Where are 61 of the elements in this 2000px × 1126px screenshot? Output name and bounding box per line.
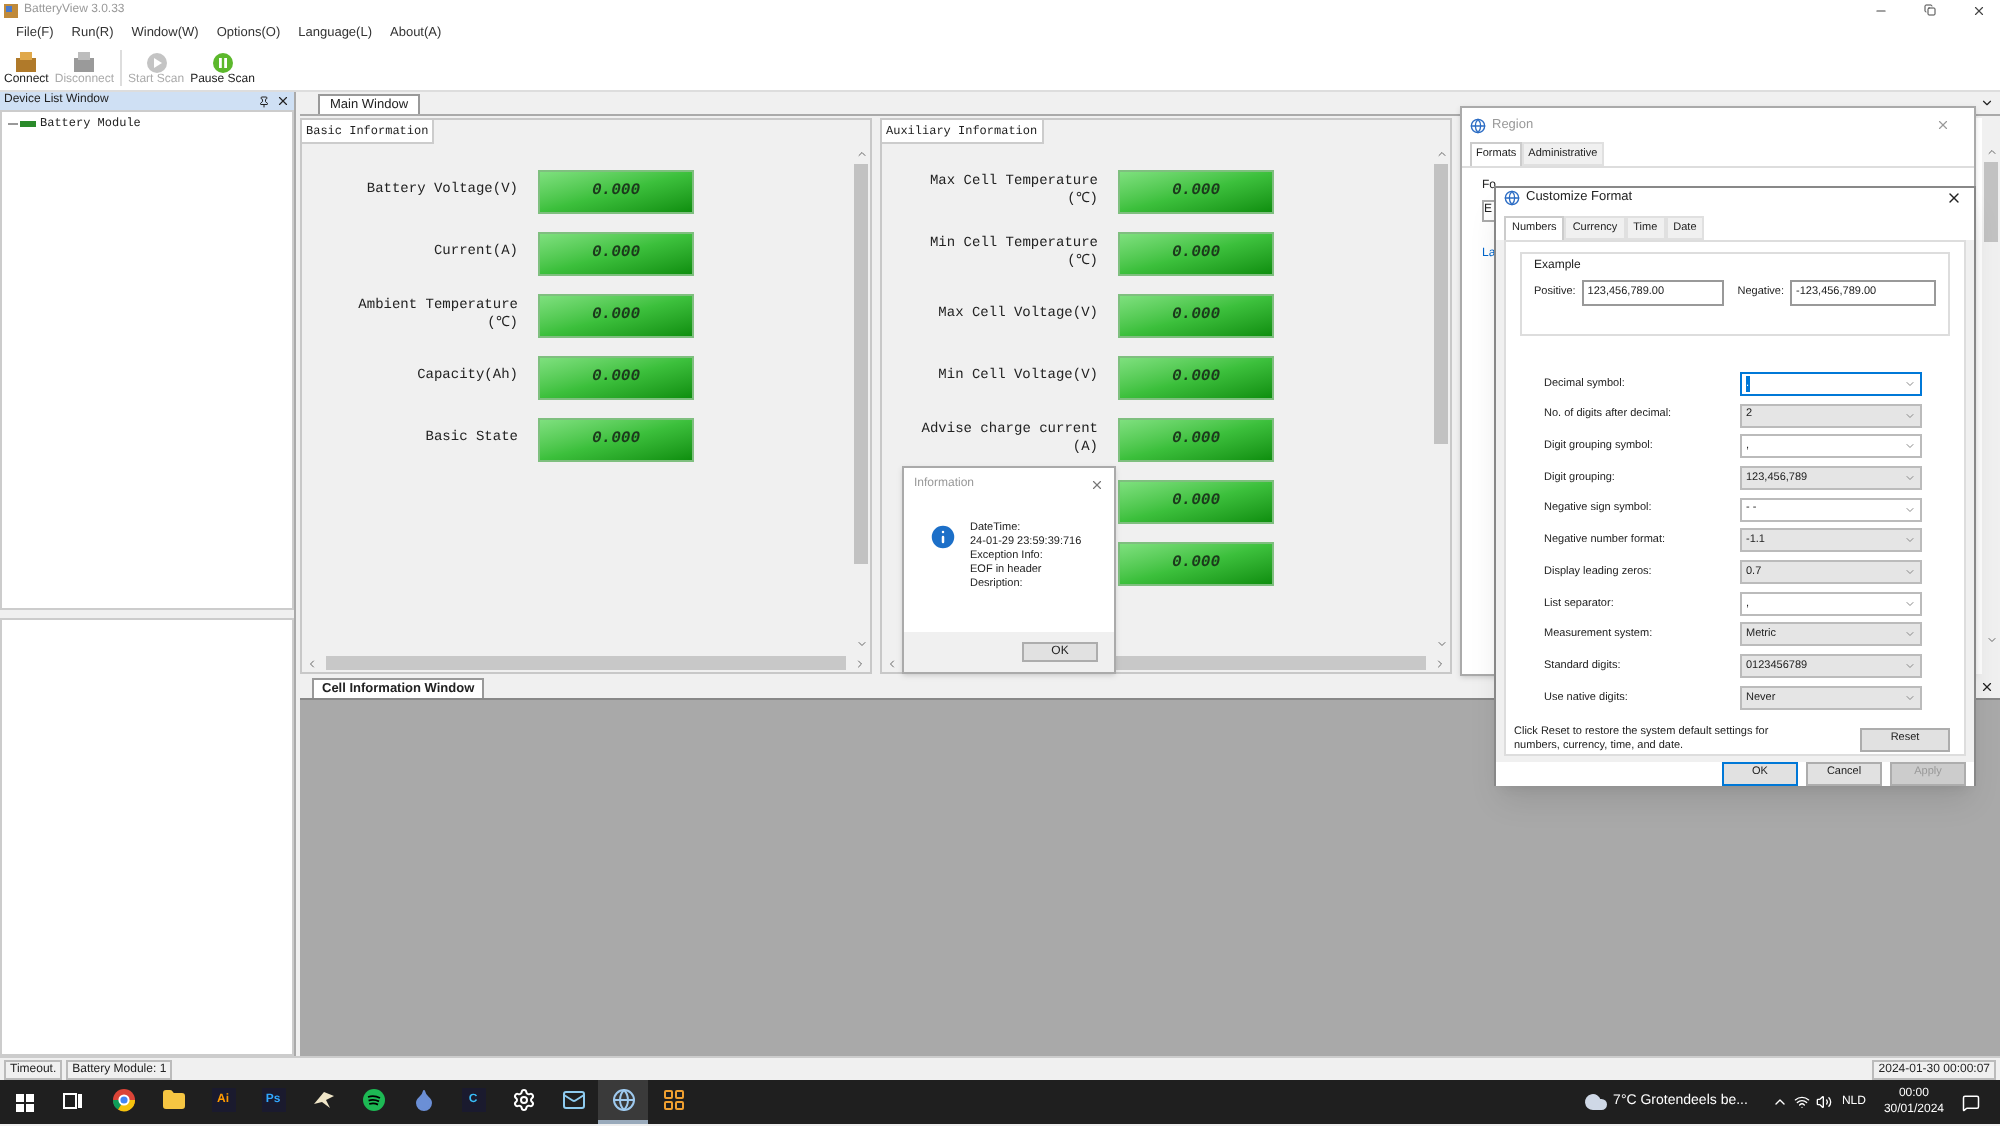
mail-icon	[561, 1088, 585, 1112]
drop-icon	[411, 1088, 435, 1112]
value-display: 0.000	[538, 169, 694, 213]
close-icon[interactable]	[1980, 680, 1994, 694]
value-display: 0.000	[1118, 355, 1274, 399]
task-view-icon	[62, 1089, 84, 1111]
chevron-icon	[1904, 628, 1916, 641]
bird-icon	[311, 1088, 335, 1112]
scrollbar-thumb[interactable]	[1984, 162, 1998, 242]
chevron-icon	[1904, 409, 1916, 422]
chevron-icon	[1904, 691, 1916, 704]
close-icon[interactable]	[1972, 3, 1986, 17]
globe-icon	[611, 1088, 635, 1112]
dropdown-icon[interactable]	[1980, 96, 1994, 110]
value-display: 0.000	[1118, 169, 1274, 213]
chevron-icon	[1904, 440, 1916, 453]
value-display: 0.000	[1118, 541, 1274, 585]
plug-icon	[72, 52, 97, 74]
notifications-icon[interactable]	[1962, 1093, 1980, 1111]
tray-chevron-icon[interactable]	[1771, 1094, 1788, 1110]
chevron-icon	[1904, 377, 1916, 390]
volume-icon[interactable]	[1815, 1094, 1832, 1110]
chevron-icon	[1904, 597, 1916, 610]
value-display: 0.000	[1118, 293, 1274, 337]
chevron-icon	[1904, 471, 1916, 484]
settings-icon	[511, 1088, 535, 1112]
browser-icon	[111, 1088, 135, 1112]
close-icon[interactable]	[1946, 189, 1962, 206]
globe-icon	[1470, 117, 1486, 133]
windows-icon	[15, 1093, 33, 1111]
music-icon	[361, 1088, 385, 1112]
value-display: 0.000	[538, 231, 694, 275]
play-icon	[145, 52, 168, 74]
app-logo-icon	[4, 3, 18, 17]
chevron-icon	[1904, 660, 1916, 673]
plug-icon	[14, 52, 39, 74]
value-display: 0.000	[538, 417, 694, 461]
value-display: 0.000	[1118, 231, 1274, 275]
restore-icon[interactable]	[1924, 4, 1936, 16]
info-icon	[928, 522, 958, 552]
value-display: 0.000	[538, 355, 694, 399]
pause-icon	[211, 52, 234, 74]
value-display: 0.000	[1118, 479, 1274, 523]
scrollbar-thumb[interactable]	[326, 656, 846, 670]
scrollbar-thumb[interactable]	[854, 164, 868, 564]
chevron-icon	[1904, 565, 1916, 578]
pin-icon[interactable]	[258, 95, 270, 107]
folder-icon	[161, 1088, 185, 1112]
chevron-icon	[1904, 503, 1916, 516]
network-icon[interactable]	[1793, 1094, 1810, 1110]
chevron-icon	[1904, 534, 1916, 547]
value-display: 0.000	[1118, 417, 1274, 461]
grid-icon	[661, 1088, 685, 1112]
value-display: 0.000	[538, 293, 694, 337]
vertical-scrollbar[interactable]	[1982, 118, 2000, 674]
battery-icon	[8, 119, 36, 127]
scrollbar-thumb[interactable]	[1434, 164, 1448, 444]
weather-icon	[1583, 1090, 1608, 1114]
close-icon[interactable]	[276, 94, 290, 108]
globe-icon	[1504, 189, 1520, 206]
taskbar-button[interactable]	[598, 1080, 648, 1124]
